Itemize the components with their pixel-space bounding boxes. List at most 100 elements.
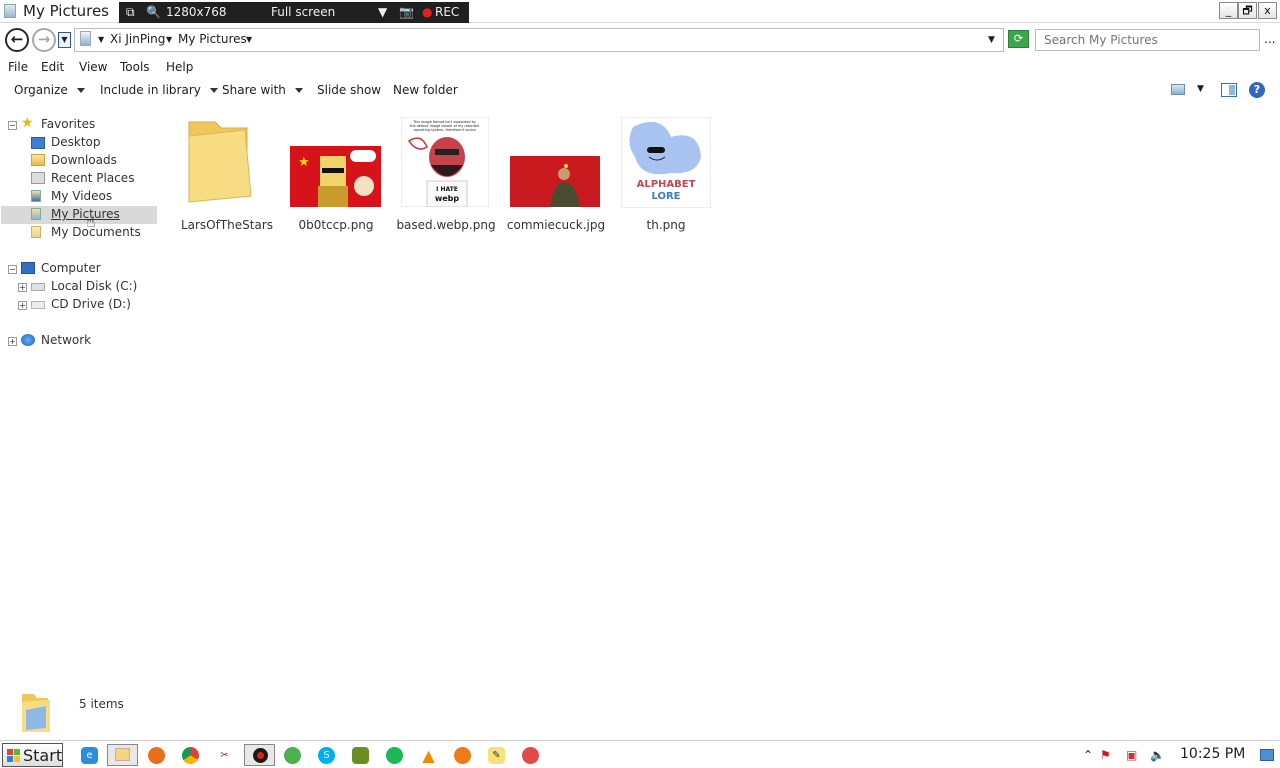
notepad-icon[interactable]: ✎ (488, 747, 505, 764)
volume-muted-icon[interactable]: 🔈 (1150, 748, 1165, 762)
pictures-app-icon (4, 4, 16, 18)
explorer-taskbar-button[interactable] (107, 744, 138, 766)
nav-cd-drive[interactable]: + CD Drive (D:) (0, 296, 160, 314)
desktop-icon (31, 137, 45, 149)
file-item-folder[interactable]: LarsOfTheStars (177, 121, 277, 236)
tools-icon[interactable]: ✂ (216, 747, 233, 764)
spotify-icon[interactable] (386, 747, 403, 764)
action-center-flag-icon[interactable]: ⚑ (1100, 748, 1111, 762)
search-input[interactable] (1035, 29, 1260, 51)
menu-tools[interactable]: Tools (120, 60, 150, 74)
record-dot-icon[interactable]: ● (422, 5, 432, 19)
app-red-icon[interactable] (522, 747, 539, 764)
app-orange-icon[interactable] (454, 747, 471, 764)
minimize-button[interactable]: _ (1219, 2, 1238, 19)
chinese-flag-comic-thumbnail: ★ (290, 146, 381, 207)
breadcrumb-pictures[interactable]: My Pictures (178, 32, 247, 46)
skype-icon[interactable]: S (318, 747, 335, 764)
nav-recent-places-label: Recent Places (51, 171, 135, 185)
menu-view[interactable]: View (79, 60, 107, 74)
videos-folder-icon (31, 190, 41, 202)
recorder-bar[interactable]: ⧉ 🔍 1280x768 Full screen ▼ 📷 ● REC (119, 2, 469, 23)
chevron-down-icon[interactable]: ▼ (378, 5, 387, 19)
pictures-folder-icon (80, 31, 91, 46)
recent-places-icon (31, 172, 45, 184)
details-pane: 5 items (0, 680, 1280, 738)
thumb-lore-line-1: ALPHABET (637, 179, 696, 190)
chrome-icon[interactable] (182, 747, 199, 764)
slide-show-button[interactable]: Slide show (317, 83, 381, 97)
file-item-image[interactable]: commiecuck.jpg (506, 124, 606, 236)
thumb-shirt-line-1: I HATE (436, 186, 458, 193)
internet-explorer-icon[interactable]: e (81, 747, 98, 764)
chevron-down-icon[interactable]: ▼ (166, 35, 172, 44)
nav-my-documents[interactable]: My Documents (0, 224, 160, 242)
file-item-image[interactable]: ★ 0b0tccp.png (286, 124, 386, 236)
organize-button[interactable]: Organize (14, 83, 85, 97)
file-name: based.webp.png (396, 218, 496, 232)
menu-file[interactable]: File (8, 60, 28, 74)
close-button[interactable]: x (1258, 2, 1277, 19)
show-hidden-icons-button[interactable]: ⌃ (1083, 748, 1093, 762)
thumb-caption-line: operating system, therefore it sucks! (414, 128, 477, 132)
nav-local-disk[interactable]: + Local Disk (C:) (0, 278, 160, 296)
recent-pages-button[interactable]: ▼ (58, 32, 71, 48)
nav-recent-places[interactable]: Recent Places (0, 170, 160, 188)
nav-network[interactable]: + Network (0, 332, 160, 350)
file-item-image[interactable]: ALPHABET LORE th.png (616, 117, 716, 236)
expand-icon[interactable]: + (18, 301, 27, 310)
minecraft-icon[interactable] (352, 747, 369, 764)
start-button[interactable]: Start (2, 743, 63, 767)
downloads-folder-icon (31, 154, 45, 166)
rec-label[interactable]: REC (435, 5, 459, 19)
collapse-icon[interactable]: − (8, 265, 17, 274)
chevron-down-icon[interactable]: ▼ (98, 35, 104, 44)
chevron-down-icon (294, 88, 303, 93)
nav-my-videos[interactable]: My Videos (0, 188, 160, 206)
show-desktop-button[interactable] (1260, 749, 1274, 761)
include-in-library-button[interactable]: Include in library (100, 83, 218, 97)
expand-icon[interactable]: + (18, 283, 27, 292)
share-with-button[interactable]: Share with (222, 83, 303, 97)
nav-downloads[interactable]: Downloads (0, 152, 160, 170)
forward-button[interactable]: → (32, 28, 56, 52)
address-bar[interactable]: ▼ Xi JinPing ▼ My Pictures ▼ ▼ (74, 28, 1004, 52)
change-view-icon[interactable] (1171, 84, 1185, 95)
recorder-taskbar-button[interactable] (244, 744, 275, 766)
network-status-icon[interactable]: ▣ (1126, 748, 1137, 762)
search-more-button[interactable]: ... (1264, 32, 1275, 46)
chevron-down-icon (76, 88, 85, 93)
nav-desktop[interactable]: Desktop (0, 134, 160, 152)
recorder-resolution[interactable]: 1280x768 (166, 5, 227, 19)
nav-favorites[interactable]: − ★ Favorites (0, 116, 160, 134)
new-folder-button[interactable]: New folder (393, 83, 458, 97)
menu-help[interactable]: Help (166, 60, 193, 74)
zoom-icon[interactable]: 🔍 (146, 5, 161, 19)
nav-local-disk-label: Local Disk (C:) (51, 279, 138, 293)
address-row: ← → ▼ ▼ Xi JinPing ▼ My Pictures ▼ ▼ ⟳ .… (0, 24, 1280, 56)
address-dropdown-icon[interactable]: ▼ (988, 35, 995, 45)
refresh-button[interactable]: ⟳ (1008, 30, 1029, 48)
chevron-down-icon[interactable]: ▼ (1197, 84, 1204, 94)
app-green-icon[interactable] (284, 747, 301, 764)
preview-pane-icon[interactable] (1221, 83, 1237, 97)
collapse-icon[interactable]: − (8, 121, 17, 130)
nav-my-pictures[interactable]: My Pictures (0, 206, 160, 224)
camera-icon[interactable]: 📷 (399, 5, 414, 19)
nav-computer[interactable]: − Computer (0, 260, 160, 278)
back-button[interactable]: ← (5, 28, 29, 52)
breadcrumb-user[interactable]: Xi JinPing (110, 32, 165, 46)
help-icon[interactable]: ? (1249, 82, 1265, 98)
clock[interactable]: 10:25 PM (1180, 746, 1245, 762)
cd-drive-icon (31, 301, 45, 309)
recorder-mode[interactable]: Full screen (271, 5, 335, 19)
firefox-icon[interactable] (148, 747, 165, 764)
vlc-icon[interactable]: ▲ (420, 747, 437, 764)
menu-edit[interactable]: Edit (41, 60, 64, 74)
chevron-down-icon[interactable]: ▼ (246, 35, 252, 44)
file-item-image[interactable]: This image format isn't supported by the… (396, 117, 496, 236)
restore-window-icon[interactable]: ⧉ (126, 5, 135, 20)
restore-button[interactable]: 🗗 (1238, 2, 1257, 19)
folder-icon (188, 121, 252, 203)
expand-icon[interactable]: + (8, 337, 17, 346)
